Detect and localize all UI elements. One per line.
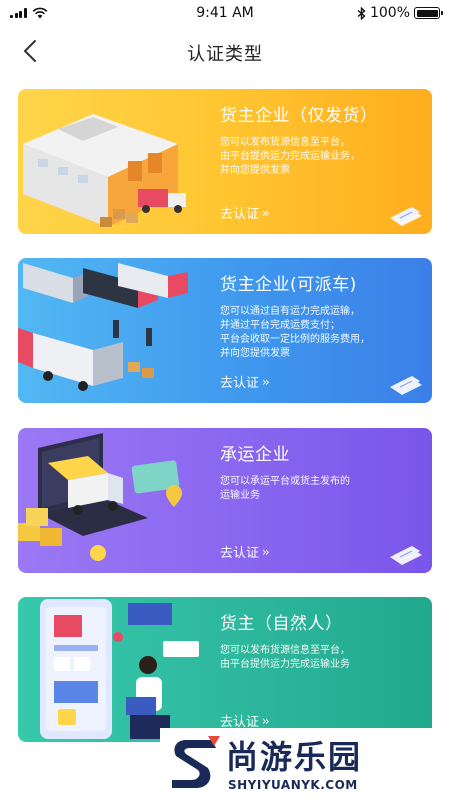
nav-bar: 认证类型 bbox=[0, 28, 450, 74]
card-desc-line: 并通过平台完成运费支付； bbox=[220, 320, 340, 331]
go-certify-link[interactable]: 去认证 ›› bbox=[220, 542, 269, 562]
go-certify-link[interactable]: 去认证 ›› bbox=[220, 203, 269, 223]
card-description: 您可以发布货源信息至平台， 由平台提供运力完成运输业务 bbox=[220, 644, 425, 672]
card-shipper-individual[interactable]: 货主（自然人） 您可以发布货源信息至平台， 由平台提供运力完成运输业务 去认证 … bbox=[18, 597, 432, 742]
card-text: 承运企业 您可以承运平台或货主发布的 运输业务 bbox=[220, 440, 425, 503]
card-description: 您可以承运平台或货主发布的 运输业务 bbox=[220, 475, 425, 503]
watermark: 尚游乐园 SHYIYUANYK.COM bbox=[160, 728, 450, 800]
card-desc-line: 您可以承运平台或货主发布的 bbox=[220, 476, 350, 487]
card-description: 您可以发布货源信息至平台， 由平台提供运力完成运输业务， 并向您提供发票 bbox=[220, 136, 425, 178]
go-certify-label: 去认证 bbox=[220, 546, 260, 561]
warehouse-illustration bbox=[23, 114, 186, 227]
double-chevron-right-icon: ›› bbox=[262, 713, 269, 728]
card-title: 货主企业(可派车) bbox=[220, 275, 357, 295]
mobile-user-illustration bbox=[40, 599, 199, 739]
card-desc-line: 您可以发布货源信息至平台， bbox=[220, 137, 350, 148]
laptop-truck-illustration bbox=[18, 433, 182, 561]
card-carrier-enterprise[interactable]: 承运企业 您可以承运平台或货主发布的 运输业务 去认证 ›› bbox=[18, 428, 432, 573]
card-desc-line: 您可以发布货源信息至平台， bbox=[220, 645, 350, 656]
card-desc-line: 由平台提供运力完成运输业务 bbox=[220, 659, 350, 670]
card-desc-line: 平台会收取一定比例的服务费用， bbox=[220, 334, 370, 345]
document-icon bbox=[390, 376, 422, 395]
double-chevron-right-icon: ›› bbox=[262, 205, 269, 220]
go-certify-label: 去认证 bbox=[220, 207, 260, 222]
card-description: 您可以通过自有运力完成运输， 并通过平台完成运费支付； 平台会收取一定比例的服务… bbox=[220, 305, 425, 361]
card-text: 货主（自然人） 您可以发布货源信息至平台， 由平台提供运力完成运输业务 bbox=[220, 609, 425, 672]
watermark-title: 尚游乐园 bbox=[226, 738, 363, 776]
document-icon bbox=[390, 546, 422, 565]
card-title: 货主企业（仅发货） bbox=[220, 106, 378, 126]
card-desc-line: 您可以通过自有运力完成运输， bbox=[220, 306, 360, 317]
go-certify-link[interactable]: 去认证 ›› bbox=[220, 372, 269, 392]
card-title: 货主（自然人） bbox=[220, 614, 343, 634]
bluetooth-icon bbox=[357, 6, 366, 20]
card-shipper-enterprise-dispatch[interactable]: 货主企业(可派车) 您可以通过自有运力完成运输， 并通过平台完成运费支付； 平台… bbox=[18, 258, 432, 403]
card-title: 承运企业 bbox=[220, 445, 290, 465]
watermark-logo-icon bbox=[172, 736, 220, 788]
status-bar: 9:41 AM 100% bbox=[0, 0, 450, 28]
status-right: 100% bbox=[357, 5, 443, 21]
page-title: 认证类型 bbox=[187, 44, 263, 65]
double-chevron-right-icon: ›› bbox=[262, 374, 269, 389]
watermark-subtitle: SHYIYUANYK.COM bbox=[228, 778, 358, 792]
trucks-illustration bbox=[18, 263, 188, 391]
card-desc-line: 由平台提供运力完成运输业务， bbox=[220, 151, 360, 162]
battery-icon bbox=[414, 7, 443, 19]
document-icon bbox=[390, 207, 422, 226]
double-chevron-right-icon: ›› bbox=[262, 544, 269, 559]
card-text: 货主企业(可派车) 您可以通过自有运力完成运输， 并通过平台完成运费支付； 平台… bbox=[220, 270, 425, 361]
card-desc-line: 并向您提供发票 bbox=[220, 165, 290, 176]
card-desc-line: 并向您提供发票 bbox=[220, 348, 290, 359]
card-desc-line: 运输业务 bbox=[220, 490, 260, 501]
go-certify-label: 去认证 bbox=[220, 376, 260, 391]
card-text: 货主企业（仅发货） 您可以发布货源信息至平台， 由平台提供运力完成运输业务， 并… bbox=[220, 101, 425, 178]
card-shipper-enterprise-ship-only[interactable]: 货主企业（仅发货） 您可以发布货源信息至平台， 由平台提供运力完成运输业务， 并… bbox=[18, 89, 432, 234]
battery-percent: 100% bbox=[369, 5, 410, 21]
